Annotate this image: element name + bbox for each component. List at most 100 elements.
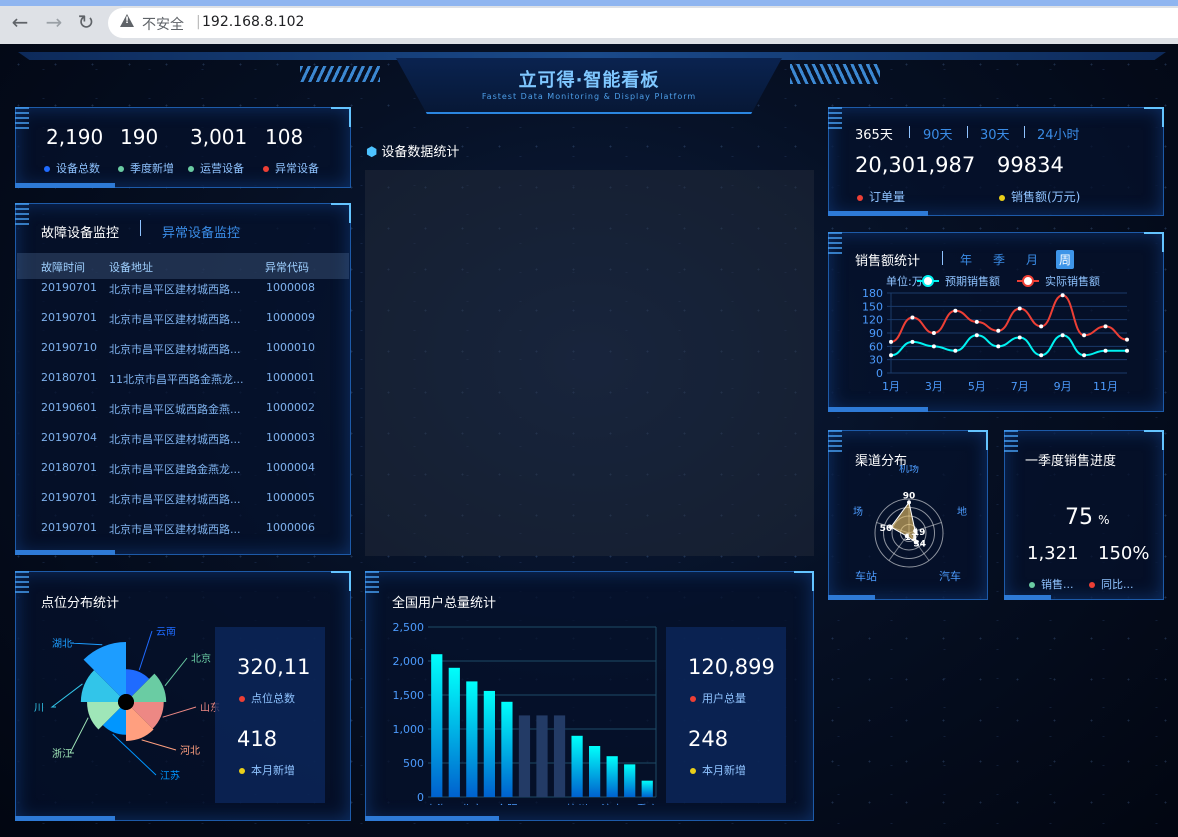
overview-stat-value: 3,001 bbox=[190, 125, 248, 149]
sales-tab[interactable]: 月 bbox=[1023, 250, 1041, 269]
rose-label-line bbox=[112, 733, 157, 776]
points-summary: 320,11 点位总数 418 本月新增 bbox=[215, 627, 325, 803]
overview-stat-value: 190 bbox=[120, 125, 159, 149]
y-tick-label: 30 bbox=[869, 354, 883, 367]
series-point bbox=[910, 315, 915, 320]
y-tick-label: 120 bbox=[862, 314, 883, 327]
table-cell-time: 20190701 bbox=[41, 491, 97, 504]
quarter-left-label: 销售... bbox=[1029, 576, 1074, 592]
orders-tab[interactable]: 365天 bbox=[855, 124, 893, 143]
orders-stat-value: 99834 bbox=[997, 153, 1064, 177]
table-cell-address: 11北京市昌平西路金燕龙... bbox=[109, 373, 244, 386]
series-point bbox=[953, 348, 958, 353]
table-cell-address: 北京市昌平区建材城西路... bbox=[109, 343, 241, 356]
series-point bbox=[1103, 348, 1108, 353]
quarter-percent-unit: % bbox=[1098, 513, 1110, 527]
column-header-time: 故障时间 bbox=[41, 261, 85, 274]
header-subtitle: Fastest Data Monitoring & Display Platfo… bbox=[481, 92, 697, 101]
rose-label: 川 bbox=[34, 703, 44, 714]
table-cell-address: 北京市昌平区建材城西路... bbox=[109, 433, 241, 446]
series-point bbox=[889, 339, 893, 344]
orders-stat-label: 订单量 bbox=[857, 188, 905, 205]
overview-stat-label: 季度新增 bbox=[118, 160, 174, 176]
bar bbox=[624, 764, 636, 797]
reload-icon[interactable]: ↻ bbox=[74, 10, 98, 34]
rose-label-line bbox=[50, 683, 83, 708]
tab-divider bbox=[967, 126, 968, 138]
x-tick-label: 5月 bbox=[968, 380, 986, 393]
users-title: 全国用户总量统计 bbox=[392, 596, 497, 611]
sales-tab[interactable]: 周 bbox=[1056, 250, 1075, 269]
table-cell-time: 20190701 bbox=[41, 311, 97, 324]
y-tick-label: 2,000 bbox=[393, 655, 425, 668]
x-tick-label: 3月 bbox=[925, 380, 943, 393]
rose-label: 浙江 bbox=[52, 748, 72, 760]
series-point bbox=[1017, 335, 1022, 340]
bar bbox=[483, 690, 495, 797]
y-tick-label: 90 bbox=[869, 327, 883, 340]
overview-stat-label: 运营设备 bbox=[188, 160, 244, 176]
browser-tabstrip bbox=[0, 0, 1178, 6]
url-text[interactable]: 192.168.8.102 bbox=[202, 14, 304, 30]
users-new-label: 本月新增 bbox=[690, 762, 746, 778]
users-total-value: 120,899 bbox=[688, 655, 775, 679]
series-point bbox=[974, 319, 979, 324]
header-stripes-right bbox=[790, 64, 880, 84]
table-cell-code: 1000002 bbox=[266, 401, 315, 414]
radar-label: 车站 bbox=[855, 569, 877, 583]
table-cell-code: 1000001 bbox=[266, 371, 315, 384]
table-cell-address: 北京市昌平区建材城西路... bbox=[109, 493, 241, 506]
url-separator: | bbox=[196, 14, 201, 30]
radar-value-label: 11 bbox=[905, 533, 918, 543]
orders-tab[interactable]: 24小时 bbox=[1037, 124, 1080, 143]
x-tick-label: 济南 bbox=[601, 802, 623, 805]
channel-panel: 渠道分布 90 19 34 11 56 机场场地车站 汽车 bbox=[828, 430, 988, 600]
x-tick-label: 9月 bbox=[1054, 380, 1072, 393]
series-point bbox=[931, 344, 936, 349]
table-cell-code: 1000006 bbox=[266, 521, 315, 534]
orders-panel: 365天 90天 30天 24小时 20,301,987 订单量 99834 销售额(万元) bbox=[828, 107, 1164, 216]
quarter-panel: 一季度销售进度 75 % 1,321 150% 销售... 同比... bbox=[1004, 430, 1164, 600]
radar-value-label: 56 bbox=[880, 524, 893, 534]
table-cell-code: 1000010 bbox=[266, 341, 315, 354]
quarter-left-value: 1,321 bbox=[1027, 543, 1079, 564]
warning-icon bbox=[120, 14, 134, 27]
table-cell-time: 20190601 bbox=[41, 401, 97, 414]
x-tick-label: ...... bbox=[532, 803, 553, 805]
users-new-value: 248 bbox=[688, 727, 729, 751]
sales-tab[interactable]: 季 bbox=[990, 250, 1008, 269]
y-tick-label: 2,500 bbox=[393, 621, 425, 634]
quarter-percent-value: 75 bbox=[1065, 505, 1093, 530]
table-cell-time: 20180701 bbox=[41, 461, 97, 474]
table-cell-address: 北京市昌平区城西路金燕... bbox=[109, 403, 241, 416]
series-point bbox=[1039, 324, 1044, 329]
table-cell-code: 1000003 bbox=[266, 431, 315, 444]
overview-stat-value: 2,190 bbox=[46, 125, 104, 149]
quarter-right-label: 同比... bbox=[1089, 576, 1134, 592]
points-total-label: 点位总数 bbox=[239, 690, 295, 706]
forward-icon[interactable]: → bbox=[42, 10, 66, 34]
legend-marker bbox=[1022, 275, 1034, 287]
tab-abnormal-monitor[interactable]: 异常设备监控 bbox=[162, 222, 240, 241]
device-map-area[interactable] bbox=[365, 170, 814, 556]
column-header-address: 设备地址 bbox=[109, 261, 153, 274]
rose-label: 河北 bbox=[180, 745, 200, 757]
back-icon[interactable]: ← bbox=[8, 10, 32, 34]
orders-tab[interactable]: 90天 bbox=[923, 124, 953, 143]
series-point bbox=[1060, 333, 1065, 338]
y-tick-label: 150 bbox=[862, 300, 883, 313]
bar bbox=[448, 667, 460, 797]
address-bar[interactable]: 不安全 | 192.168.8.102 bbox=[108, 8, 1178, 38]
x-tick-label: 上海 bbox=[426, 802, 448, 805]
tab-fault-monitor[interactable]: 故障设备监控 bbox=[41, 222, 119, 241]
table-cell-address: 北京市昌平区建材城西路... bbox=[109, 523, 241, 536]
x-tick-label: 重庆 bbox=[636, 802, 658, 805]
table-cell-code: 1000008 bbox=[266, 281, 315, 294]
quarter-percent: 75 % bbox=[1065, 505, 1110, 530]
rose-label: 湖北 bbox=[52, 638, 72, 650]
orders-tab[interactable]: 30天 bbox=[980, 124, 1010, 143]
header-title: 立可得·智能看板 bbox=[518, 70, 660, 91]
quarter-title: 一季度销售进度 bbox=[1025, 454, 1117, 469]
series-line bbox=[890, 294, 1128, 343]
sales-tab[interactable]: 年 bbox=[957, 250, 975, 269]
